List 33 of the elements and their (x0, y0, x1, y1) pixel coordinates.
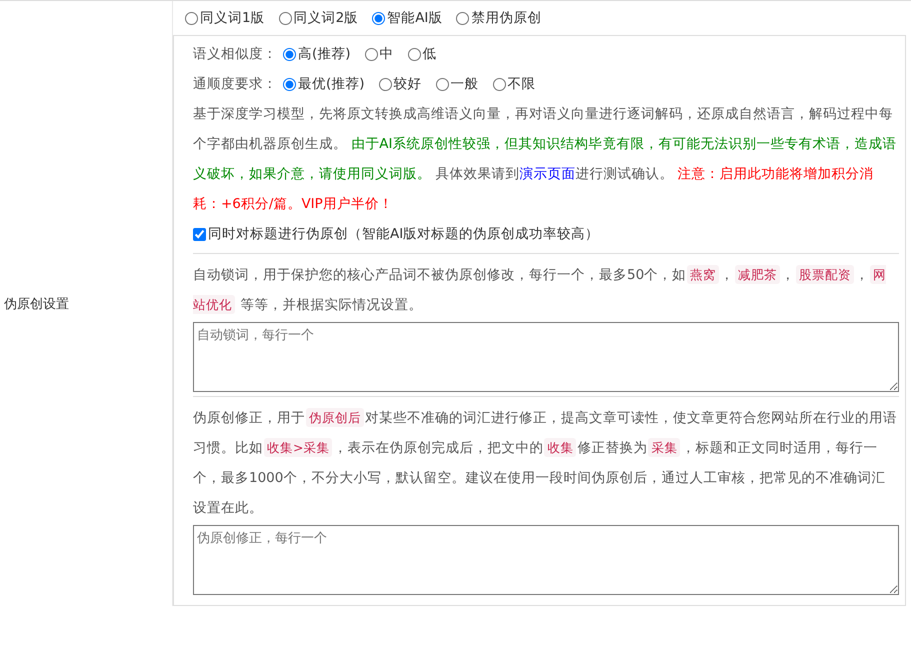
description-text: 基于深度学习模型，先将原文转换成高维语义向量，再对语义向量进行逐词解码，还原成自然语言，解码过程中每个字都由机器原创生成。 由于AI系统原创性较强，但其知识结构毕竟有限，有可能无法识别一些专有术语，造成语义破坏，如果介意，请使用同义词版。 具体效果请到演示页面进行测试确认。 注意：启用此功能将增加积分消耗：+6积分/篇。VIP用户半价！ (193, 105, 898, 214)
option-label: 高(推荐) (298, 45, 351, 63)
radio-button[interactable] (283, 48, 296, 60)
option-label: 较好 (394, 75, 422, 93)
option-label: 同义词2版 (294, 9, 358, 27)
option-label: 禁用伪原创 (471, 9, 542, 27)
corrections-field[interactable]: 伪原创修正，每行一个 (193, 525, 899, 595)
radio-button[interactable] (283, 78, 296, 90)
option-label: 智能AI版 (387, 9, 442, 27)
field-label: 伪原创设置 (3, 296, 69, 312)
setting-label: 语义相似度： (193, 45, 277, 63)
radio-button[interactable] (436, 78, 449, 90)
lock-words-field[interactable]: 自动锁词，每行一个 (193, 322, 899, 392)
option-label: 不限 (508, 75, 536, 93)
option-label: 低 (422, 45, 437, 63)
radio-button[interactable] (492, 78, 506, 90)
radio-button[interactable] (278, 12, 292, 24)
radio-button[interactable] (185, 12, 198, 24)
radio-button[interactable] (456, 12, 470, 24)
setting-label: 通顺度要求： (193, 75, 277, 93)
radio-button[interactable] (364, 48, 378, 60)
description-text: 伪原创修正，用于 伪原创后 对某些不准确的词汇进行修正，提高文章可读性，使文章更符合您网站所在行业的用语习惯。比如 收集>采集 ，表示在伪原创完成后，把文中的 收集 修正替换为 采集 ，标题和正文同时适用，每行一个，最多1000个，不分大小写，默认留空。建议在使用一段时间伪原创后，通过人工审核，把常见的不准确词汇设置在此。 (193, 407, 898, 518)
demo-link[interactable]: 演示页面 (519, 166, 576, 182)
description-text: 自动锁词，用于保护您的核心产品词不被伪原创修改，每行一个，最多50个，如 燕窝 ， 减肥茶 ， 股票配资 ， 网站优化 等等，并根据实际情况设置。 (193, 264, 888, 316)
checkbox-label: 同时对标题进行伪原创（智能AI版对标题的伪原创成功率较高） (208, 225, 600, 243)
option-label: 一般 (450, 75, 479, 93)
checkbox[interactable] (193, 228, 206, 240)
radio-button[interactable] (378, 78, 392, 90)
radio-button[interactable] (408, 48, 421, 60)
option-label: 同义词1版 (200, 9, 265, 27)
option-label: 中 (380, 45, 394, 63)
radio-button[interactable] (372, 12, 386, 24)
option-label: 最优(推荐) (298, 75, 365, 93)
